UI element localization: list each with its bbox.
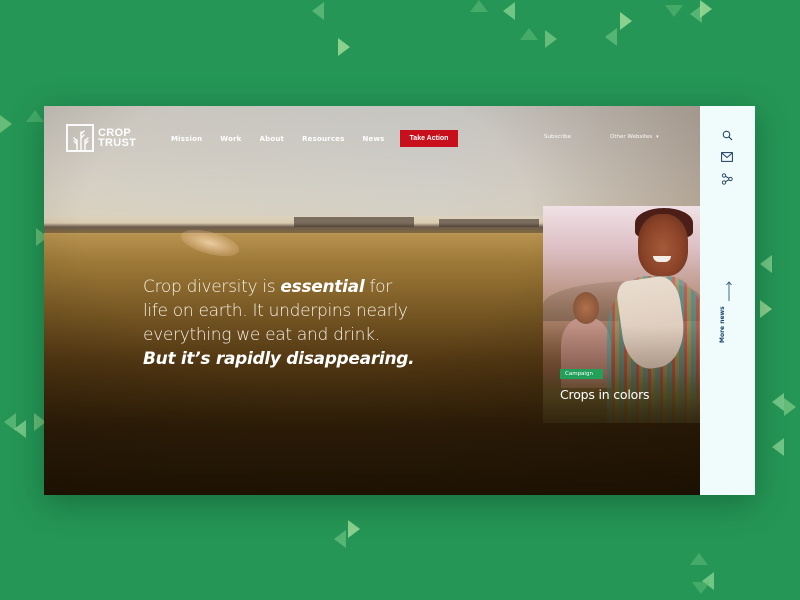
nav-item-about[interactable]: About: [260, 135, 285, 143]
decor-triangle: [338, 38, 350, 56]
card-title: Crops in colors: [560, 387, 650, 402]
decor-triangle: [700, 0, 712, 18]
news-card[interactable]: Campaign Crops in colors: [543, 206, 700, 423]
decor-triangle: [334, 530, 346, 548]
decor-triangle: [520, 28, 538, 40]
subscribe-link[interactable]: Subscribe: [544, 134, 571, 140]
chevron-down-icon: ▾: [656, 134, 659, 140]
arrow-up-icon: [726, 281, 732, 301]
decor-triangle: [503, 2, 515, 20]
nav-item-mission[interactable]: Mission: [171, 135, 202, 143]
headline-line-4: But it’s rapidly disappearing.: [143, 347, 463, 371]
more-news-link[interactable]: More news: [718, 281, 738, 351]
decor-triangle: [14, 420, 26, 438]
headline-line-3: everything we eat and drink.: [143, 325, 380, 345]
wheat-icon: [66, 124, 94, 152]
mail-icon[interactable]: [720, 150, 734, 164]
other-websites-dropdown[interactable]: Other Websites ▾: [610, 134, 659, 140]
other-websites-label: Other Websites: [610, 134, 653, 140]
headline-emphasis: But it’s rapidly disappearing.: [143, 349, 415, 369]
headline-line-1: Crop diversity is essential for: [143, 275, 463, 299]
decor-triangle: [348, 520, 360, 538]
decor-triangle: [772, 393, 784, 411]
nav-item-work[interactable]: Work: [220, 135, 241, 143]
decor-triangle: [545, 30, 557, 48]
decor-triangle: [772, 438, 784, 456]
category-badge: Campaign: [560, 369, 603, 379]
headline-text: for: [364, 277, 392, 297]
nav-item-resources[interactable]: Resources: [302, 135, 344, 143]
decor-triangle: [0, 115, 12, 133]
take-action-button[interactable]: Take Action: [399, 130, 459, 147]
logo-text-trust: TRUST: [98, 137, 137, 149]
more-news-label: More news: [719, 306, 726, 343]
website-screen: CROP TRUST Mission Work About Resources …: [44, 106, 755, 495]
share-icon[interactable]: [720, 172, 734, 186]
decor-triangle: [760, 300, 772, 318]
main-menu: Mission Work About Resources News Take A…: [171, 130, 459, 147]
decor-triangle: [26, 110, 44, 122]
top-navigation: CROP TRUST Mission Work About Resources …: [44, 106, 700, 168]
hero-headline: Crop diversity is essential for life on …: [143, 275, 463, 371]
decor-triangle: [784, 398, 796, 416]
headline-text: Crop diversity is: [143, 277, 281, 297]
decor-triangle: [605, 28, 617, 46]
logo-wordmark: CROP TRUST: [98, 128, 137, 149]
decor-triangle: [665, 5, 683, 17]
decor-triangle: [692, 582, 710, 594]
headline-line-2: life on earth. It underpins nearly: [143, 301, 408, 321]
decor-triangle: [620, 12, 632, 30]
right-sidebar: More news: [700, 106, 755, 495]
nav-item-news[interactable]: News: [363, 135, 385, 143]
crop-trust-logo[interactable]: CROP TRUST: [66, 124, 136, 152]
decor-triangle: [470, 0, 488, 12]
decor-triangle: [760, 255, 772, 273]
headline-emphasis: essential: [280, 277, 365, 297]
search-icon[interactable]: [720, 128, 734, 142]
decor-triangle: [312, 2, 324, 20]
decor-triangle: [690, 553, 708, 565]
